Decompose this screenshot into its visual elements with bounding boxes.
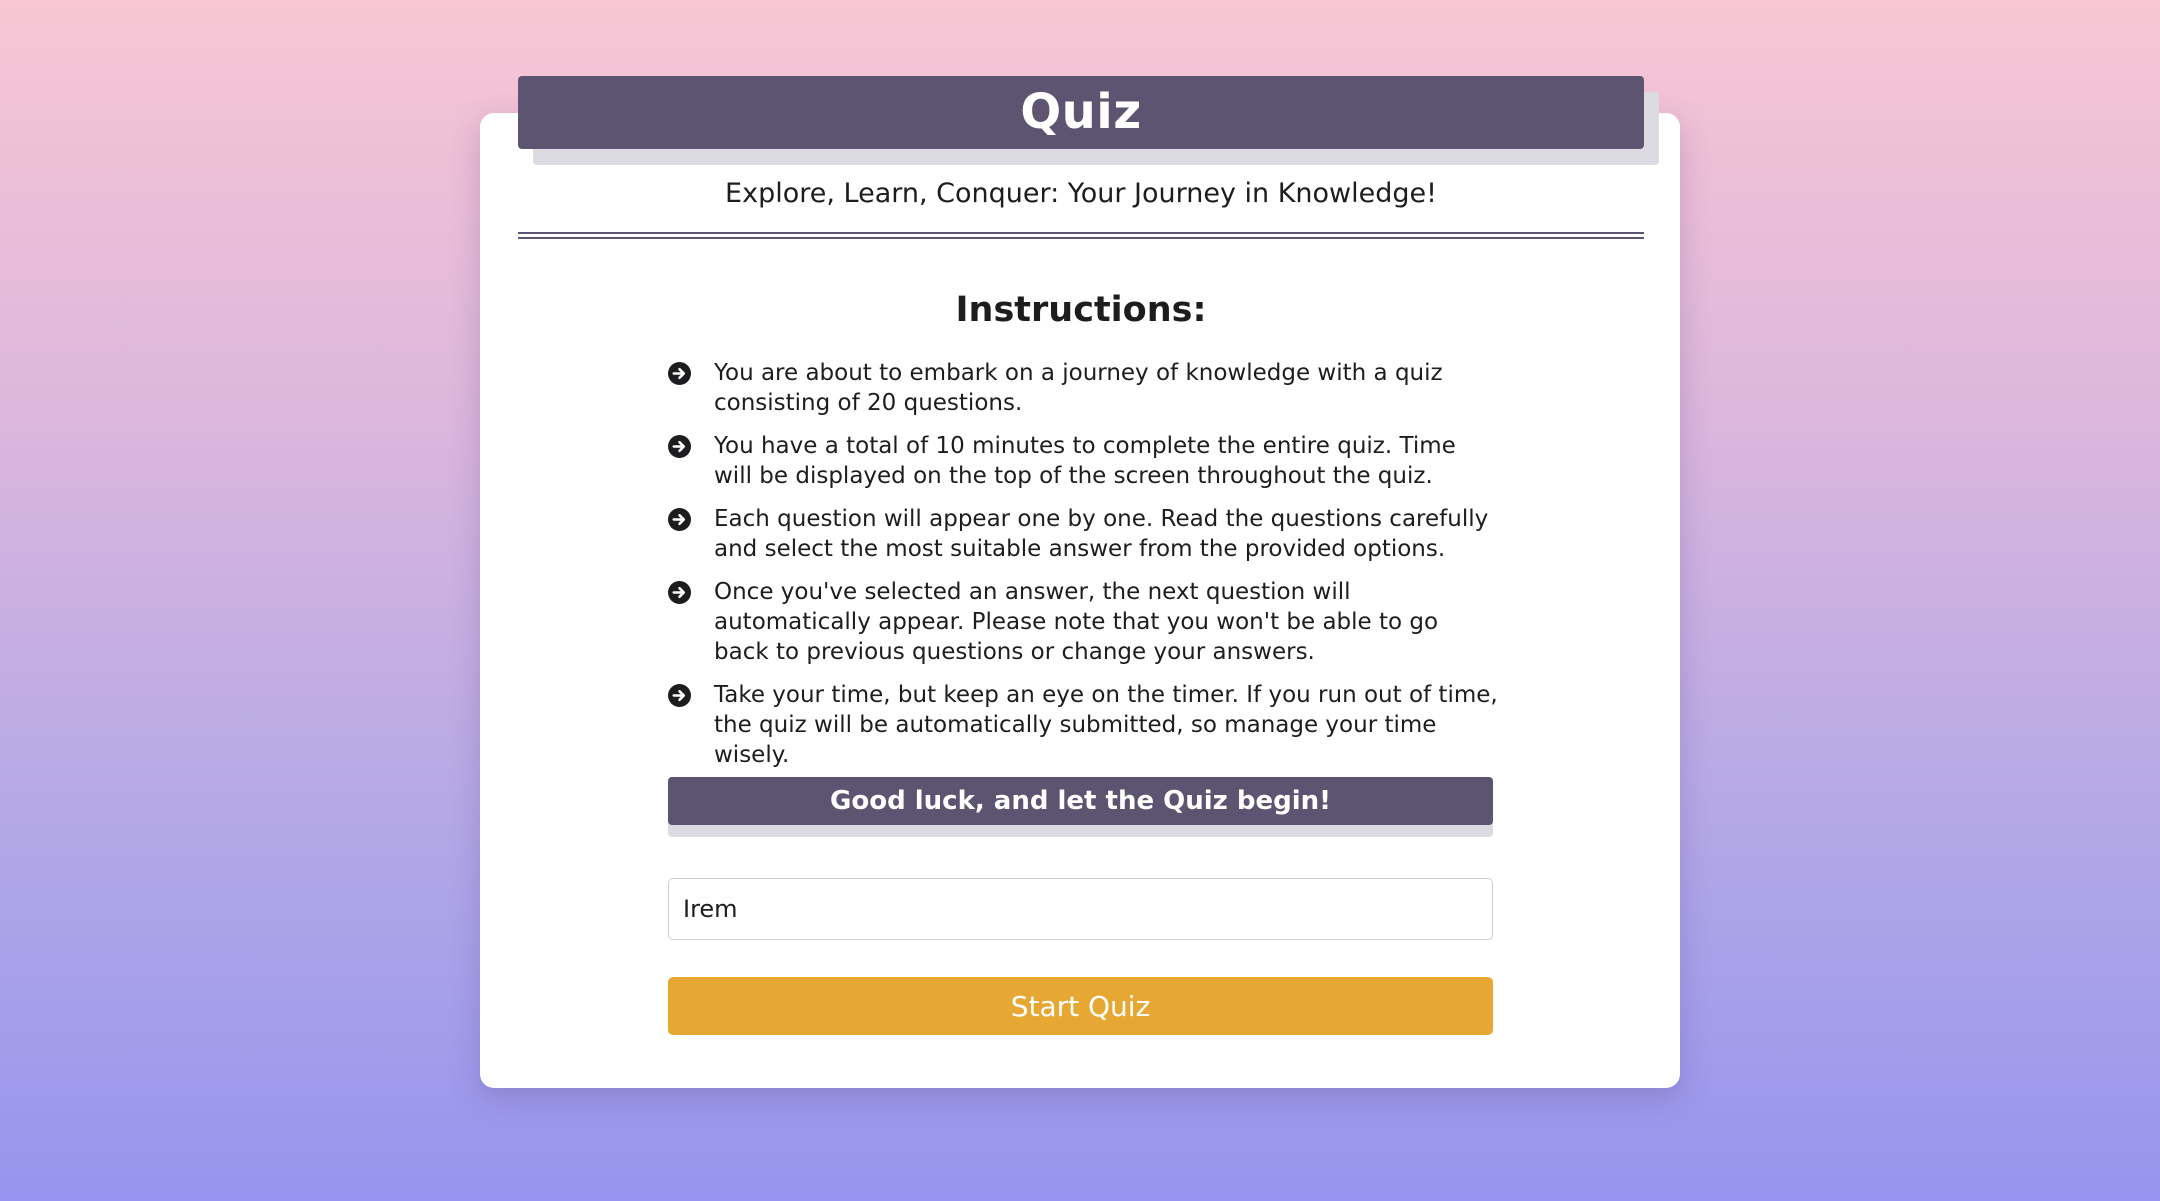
good-luck-banner: Good luck, and let the Quiz begin!: [668, 777, 1493, 825]
instruction-item: Take your time, but keep an eye on the t…: [668, 680, 1498, 770]
page-subtitle: Explore, Learn, Conquer: Your Journey in…: [725, 178, 1437, 209]
instruction-text: Once you've selected an answer, the next…: [714, 579, 1439, 665]
instruction-item: Each question will appear one by one. Re…: [668, 504, 1498, 564]
start-quiz-button[interactable]: Start Quiz: [668, 977, 1493, 1035]
instruction-text: Take your time, but keep an eye on the t…: [714, 682, 1498, 768]
arrow-circle-right-icon: [668, 684, 691, 707]
instruction-text: You are about to embark on a journey of …: [714, 360, 1443, 416]
divider: [518, 232, 1644, 239]
instructions-heading: Instructions:: [955, 290, 1207, 330]
name-input[interactable]: [668, 878, 1493, 940]
instruction-text: You have a total of 10 minutes to comple…: [714, 433, 1456, 489]
instruction-item: Once you've selected an answer, the next…: [668, 577, 1498, 667]
instruction-text: Each question will appear one by one. Re…: [714, 506, 1489, 562]
arrow-circle-right-icon: [668, 435, 691, 458]
instruction-item: You are about to embark on a journey of …: [668, 358, 1498, 418]
instructions-list: You are about to embark on a journey of …: [668, 358, 1498, 783]
arrow-circle-right-icon: [668, 362, 691, 385]
page-title: Quiz: [518, 76, 1644, 149]
instruction-item: You have a total of 10 minutes to comple…: [668, 431, 1498, 491]
arrow-circle-right-icon: [668, 508, 691, 531]
arrow-circle-right-icon: [668, 581, 691, 604]
